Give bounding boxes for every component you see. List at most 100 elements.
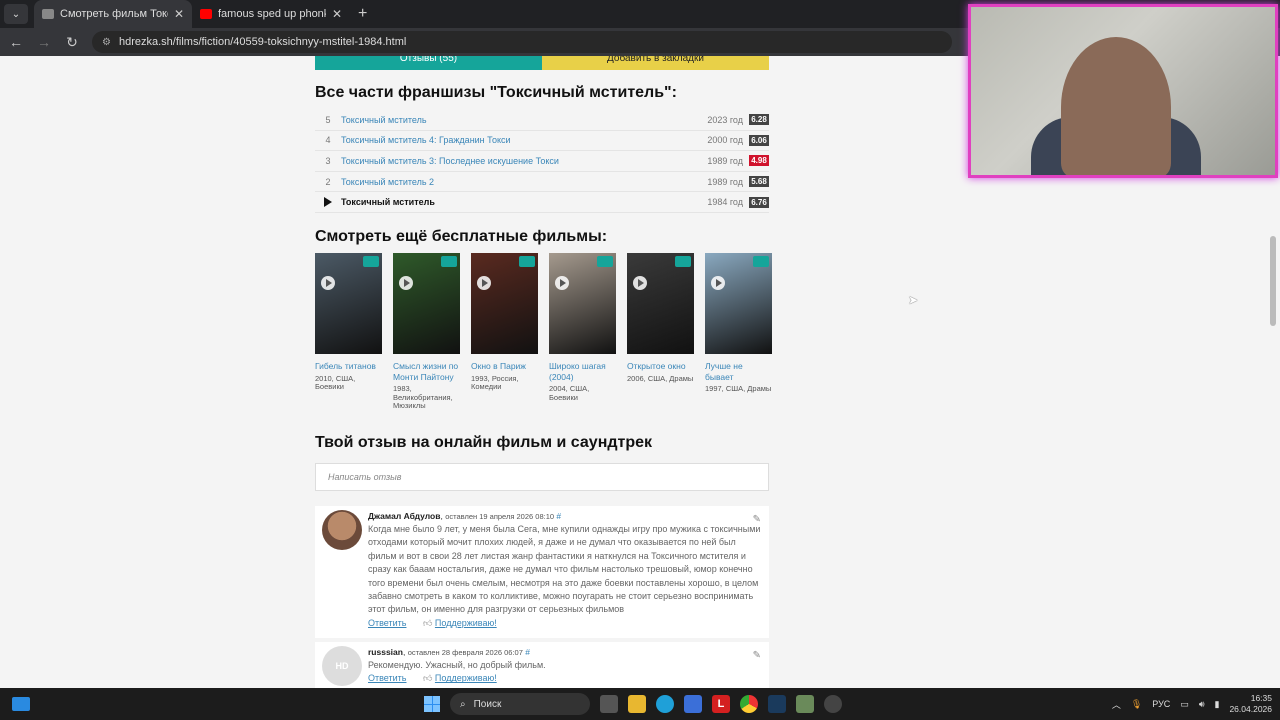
close-icon[interactable]: ✕ (332, 7, 342, 21)
camera-icon (675, 256, 691, 267)
part-year: 1989 год (707, 155, 743, 166)
play-icon[interactable] (477, 276, 491, 290)
taskbar-search[interactable]: ⌕ Поиск (450, 693, 590, 715)
play-icon[interactable] (711, 276, 725, 290)
part-title-link[interactable]: Токсичный мститель 4: Гражданин Токси (341, 135, 707, 145)
poster-image[interactable] (471, 253, 538, 354)
part-title-link[interactable]: Токсичный мститель (341, 115, 707, 125)
windows-icon[interactable] (424, 696, 440, 712)
poster-image[interactable] (315, 253, 382, 354)
thumb-up-icon[interactable]: 👍︎ (423, 618, 432, 628)
franchise-row[interactable]: 2 Токсичный мститель 2 1989 год 5.68 (315, 172, 769, 193)
poster-image[interactable] (549, 253, 616, 354)
battery-icon[interactable]: ▮ (1215, 699, 1220, 710)
poster-title[interactable]: Смысл жизни по Монти Пайтону (393, 361, 460, 382)
franchise-row[interactable]: 4 Токсичный мститель 4: Гражданин Токси … (315, 131, 769, 152)
reload-icon[interactable]: ↻ (60, 34, 84, 51)
url-field[interactable]: ⚙ hdrezka.sh/films/fiction/40559-toksich… (92, 31, 952, 53)
file-explorer-icon[interactable] (628, 695, 646, 713)
comment-permalink[interactable]: # (556, 511, 561, 521)
comment-permalink[interactable]: # (525, 647, 530, 657)
top-buttons: Отзывы (55) Добавить в закладки (315, 56, 769, 70)
mouse-cursor-icon: ➤ (908, 293, 919, 307)
part-number: 4 (325, 135, 331, 146)
avatar[interactable] (322, 510, 362, 550)
poster-image[interactable] (393, 253, 460, 354)
reviews-button[interactable]: Отзывы (55) (315, 56, 542, 70)
poster-title[interactable]: Широко шагая (2004) (549, 361, 616, 382)
part-year: 2023 год (707, 114, 743, 125)
site-info-icon[interactable]: ⚙ (102, 37, 111, 48)
comment-text: Когда мне было 9 лет, у меня была Сега, … (368, 524, 761, 615)
forward-icon[interactable]: → (32, 34, 56, 50)
poster-title[interactable]: Окно в Париж (471, 361, 538, 372)
app-icon[interactable] (796, 695, 814, 713)
play-icon[interactable] (321, 276, 335, 290)
poster-meta: 2004, США, Боевики (549, 384, 590, 402)
part-title-link[interactable]: Токсичный мститель 3: Последнее искушени… (341, 156, 707, 166)
task-view-icon[interactable] (600, 695, 618, 713)
play-icon[interactable] (399, 276, 413, 290)
part-year: 1989 год (707, 176, 743, 187)
play-icon[interactable] (633, 276, 647, 290)
steam-icon[interactable] (768, 695, 786, 713)
obs-icon[interactable] (824, 695, 842, 713)
reply-link[interactable]: Ответить (368, 618, 406, 628)
comment-author[interactable]: russsian (368, 647, 403, 657)
network-icon[interactable]: ▭ (1180, 699, 1189, 710)
franchise-row[interactable]: 3 Токсичный мститель 3: Последнее искуше… (315, 151, 769, 172)
poster-title[interactable]: Лучше не бывает (705, 361, 772, 382)
poster-title[interactable]: Гибель титанов (315, 361, 382, 372)
search-label: Поиск (473, 698, 502, 710)
play-icon (324, 197, 332, 208)
thumb-up-icon[interactable]: 👍︎ (423, 673, 432, 683)
reply-link[interactable]: Ответить (368, 673, 406, 683)
poster-title[interactable]: Открытое окно (627, 361, 694, 372)
plus-icon[interactable]: + (358, 5, 367, 23)
edge-icon[interactable] (656, 695, 674, 713)
chrome-icon[interactable] (740, 695, 758, 713)
poster-card[interactable]: Смысл жизни по Монти Пайтону 1983, Велико… (393, 253, 460, 411)
volume-icon[interactable]: 🔊︎ (1199, 699, 1205, 710)
play-icon[interactable] (555, 276, 569, 290)
chevron-up-icon[interactable]: ︿ (1112, 698, 1121, 711)
comment-author[interactable]: Джамал Абдулов (368, 511, 440, 521)
comment: Джамал Абдулов, оставлен 19 апреля 2026 … (315, 506, 769, 638)
bookmark-button[interactable]: Добавить в закладки (542, 56, 769, 70)
support-link[interactable]: Поддерживаю! (435, 618, 497, 628)
scrollbar-thumb[interactable] (1270, 236, 1276, 326)
review-input[interactable]: Написать отзыв (315, 463, 769, 491)
pencil-icon[interactable]: ✎ (753, 650, 761, 661)
poster-card[interactable]: Широко шагая (2004) 2004, США, Боевики (549, 253, 616, 411)
avatar[interactable]: HD (322, 646, 362, 686)
tab-active[interactable]: Смотреть фильм Токсичный м ✕ (34, 0, 192, 28)
tab-youtube[interactable]: famous sped up phonk playlist ✕ (192, 0, 350, 28)
close-icon[interactable]: ✕ (174, 7, 184, 21)
pencil-icon[interactable]: ✎ (753, 514, 761, 525)
rating-badge: 4.98 (749, 155, 769, 167)
part-title-current: Токсичный мститель (341, 197, 435, 208)
franchise-row[interactable]: 5 Токсичный мститель 2023 год 6.28 (315, 110, 769, 131)
language-indicator[interactable]: РУС (1152, 699, 1170, 709)
poster-image[interactable] (705, 253, 772, 354)
store-icon[interactable] (684, 695, 702, 713)
back-icon[interactable]: ← (4, 34, 28, 50)
lightshot-icon[interactable]: L (712, 695, 730, 713)
tab-search-icon[interactable]: ⌄ (4, 4, 28, 24)
poster-image[interactable] (627, 253, 694, 354)
comment-actions: Ответить 👍︎ Поддерживаю! (368, 618, 763, 629)
franchise-heading: Все части франшизы "Токсичный мститель": (315, 84, 677, 101)
part-number: 3 (325, 155, 331, 166)
poster-meta: 1983, Великобритания, Мюзиклы (393, 384, 453, 410)
widgets-icon[interactable] (12, 697, 30, 711)
microphone-icon[interactable]: 🎙︎ (1131, 699, 1142, 710)
part-title-link[interactable]: Токсичный мститель 2 (341, 177, 707, 187)
comment-date: оставлен 28 февраля 2026 06:07 (407, 648, 523, 657)
poster-card[interactable]: Гибель титанов 2010, США, Боевики (315, 253, 382, 411)
webcam-face (1061, 37, 1171, 175)
poster-card[interactable]: Лучше не бывает 1997, США, Драмы (705, 253, 772, 411)
poster-card[interactable]: Открытое окно 2006, США, Драмы (627, 253, 694, 411)
poster-card[interactable]: Окно в Париж 1993, Россия, Комедии (471, 253, 538, 411)
support-link[interactable]: Поддерживаю! (435, 673, 497, 683)
clock[interactable]: 16:35 26.04.2026 (1229, 693, 1272, 715)
